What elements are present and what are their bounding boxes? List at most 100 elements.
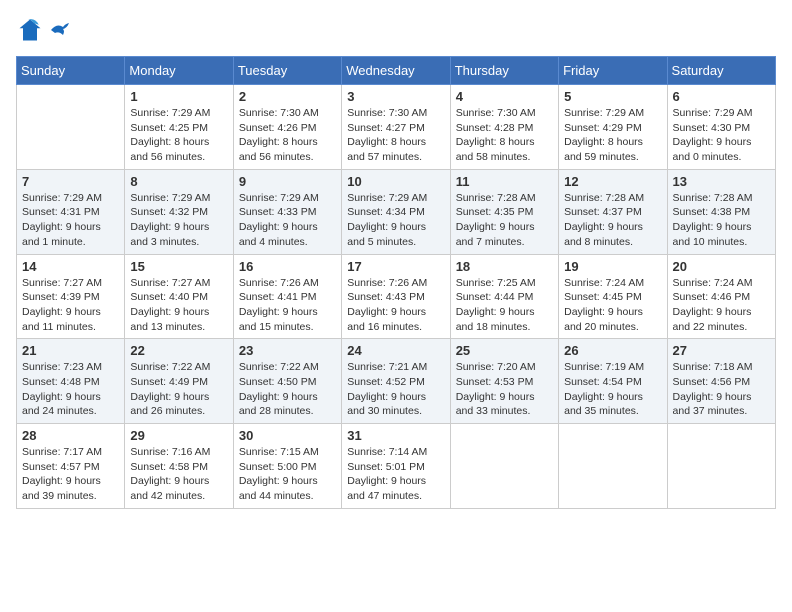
calendar-cell: 8 Sunrise: 7:29 AM Sunset: 4:32 PM Daylig… <box>125 169 233 254</box>
calendar-cell: 10Sunrise: 7:29 AM Sunset: 4:34 PM Dayli… <box>342 169 450 254</box>
day-info: Sunrise: 7:29 AM Sunset: 4:25 PM Dayligh… <box>130 106 227 165</box>
day-info: Sunrise: 7:29 AM Sunset: 4:33 PM Dayligh… <box>239 191 336 250</box>
calendar-cell: 18Sunrise: 7:25 AM Sunset: 4:44 PM Dayli… <box>450 254 558 339</box>
day-number: 6 <box>673 89 770 104</box>
day-number: 30 <box>239 428 336 443</box>
page-header <box>16 16 776 44</box>
day-info: Sunrise: 7:14 AM Sunset: 5:01 PM Dayligh… <box>347 445 444 504</box>
day-number: 11 <box>456 174 553 189</box>
day-number: 26 <box>564 343 661 358</box>
day-of-week-header: Sunday <box>17 57 125 85</box>
calendar-cell: 22 Sunrise: 7:22 AM Sunset: 4:49 PM Dayli… <box>125 339 233 424</box>
calendar-cell: 14Sunrise: 7:27 AM Sunset: 4:39 PM Dayli… <box>17 254 125 339</box>
calendar-cell: 15Sunrise: 7:27 AM Sunset: 4:40 PM Dayli… <box>125 254 233 339</box>
day-number: 25 <box>456 343 553 358</box>
calendar-cell: 12 Sunrise: 7:28 AM Sunset: 4:37 PM Dayli… <box>559 169 667 254</box>
calendar-week-row: 21Sunrise: 7:23 AM Sunset: 4:48 PM Dayli… <box>17 339 776 424</box>
calendar-cell: 9 Sunrise: 7:29 AM Sunset: 4:33 PM Daylig… <box>233 169 341 254</box>
calendar-table: SundayMondayTuesdayWednesdayThursdayFrid… <box>16 56 776 509</box>
day-number: 17 <box>347 259 444 274</box>
day-number: 18 <box>456 259 553 274</box>
calendar-cell: 2 Sunrise: 7:30 AM Sunset: 4:26 PM Daylig… <box>233 85 341 170</box>
calendar-cell: 13 Sunrise: 7:28 AM Sunset: 4:38 PM Dayli… <box>667 169 775 254</box>
day-info: Sunrise: 7:29 AM Sunset: 4:30 PM Dayligh… <box>673 106 770 165</box>
day-info: Sunrise: 7:19 AM Sunset: 4:54 PM Dayligh… <box>564 360 661 419</box>
day-info: Sunrise: 7:29 AM Sunset: 4:32 PM Dayligh… <box>130 191 227 250</box>
day-number: 16 <box>239 259 336 274</box>
calendar-cell <box>450 424 558 509</box>
calendar-cell: 7 Sunrise: 7:29 AM Sunset: 4:31 PM Daylig… <box>17 169 125 254</box>
day-info: Sunrise: 7:24 AM Sunset: 4:45 PM Dayligh… <box>564 276 661 335</box>
day-info: Sunrise: 7:15 AM Sunset: 5:00 PM Dayligh… <box>239 445 336 504</box>
day-of-week-header: Tuesday <box>233 57 341 85</box>
logo <box>16 16 72 44</box>
logo-text <box>48 21 72 40</box>
calendar-cell: 31 Sunrise: 7:14 AM Sunset: 5:01 PM Dayli… <box>342 424 450 509</box>
day-of-week-header: Wednesday <box>342 57 450 85</box>
day-info: Sunrise: 7:28 AM Sunset: 4:38 PM Dayligh… <box>673 191 770 250</box>
calendar-cell: 20 Sunrise: 7:24 AM Sunset: 4:46 PM Dayli… <box>667 254 775 339</box>
day-of-week-header: Monday <box>125 57 233 85</box>
day-number: 12 <box>564 174 661 189</box>
day-number: 5 <box>564 89 661 104</box>
calendar-cell <box>17 85 125 170</box>
calendar-cell: 19 Sunrise: 7:24 AM Sunset: 4:45 PM Dayli… <box>559 254 667 339</box>
calendar-cell: 26 Sunrise: 7:19 AM Sunset: 4:54 PM Dayli… <box>559 339 667 424</box>
day-of-week-header: Friday <box>559 57 667 85</box>
calendar-cell: 21Sunrise: 7:23 AM Sunset: 4:48 PM Dayli… <box>17 339 125 424</box>
day-info: Sunrise: 7:16 AM Sunset: 4:58 PM Dayligh… <box>130 445 227 504</box>
day-info: Sunrise: 7:22 AM Sunset: 4:50 PM Dayligh… <box>239 360 336 419</box>
day-info: Sunrise: 7:28 AM Sunset: 4:35 PM Dayligh… <box>456 191 553 250</box>
day-info: Sunrise: 7:21 AM Sunset: 4:52 PM Dayligh… <box>347 360 444 419</box>
day-info: Sunrise: 7:20 AM Sunset: 4:53 PM Dayligh… <box>456 360 553 419</box>
calendar-week-row: 28Sunrise: 7:17 AM Sunset: 4:57 PM Dayli… <box>17 424 776 509</box>
calendar-cell: 4 Sunrise: 7:30 AM Sunset: 4:28 PM Daylig… <box>450 85 558 170</box>
day-info: Sunrise: 7:30 AM Sunset: 4:27 PM Dayligh… <box>347 106 444 165</box>
day-number: 4 <box>456 89 553 104</box>
calendar-cell <box>667 424 775 509</box>
day-info: Sunrise: 7:18 AM Sunset: 4:56 PM Dayligh… <box>673 360 770 419</box>
calendar-week-row: 1Sunrise: 7:29 AM Sunset: 4:25 PM Daylig… <box>17 85 776 170</box>
day-info: Sunrise: 7:30 AM Sunset: 4:26 PM Dayligh… <box>239 106 336 165</box>
day-info: Sunrise: 7:30 AM Sunset: 4:28 PM Dayligh… <box>456 106 553 165</box>
day-number: 20 <box>673 259 770 274</box>
calendar-cell: 24 Sunrise: 7:21 AM Sunset: 4:52 PM Dayli… <box>342 339 450 424</box>
day-number: 15 <box>130 259 227 274</box>
calendar-cell: 11 Sunrise: 7:28 AM Sunset: 4:35 PM Dayli… <box>450 169 558 254</box>
calendar-cell: 27Sunrise: 7:18 AM Sunset: 4:56 PM Dayli… <box>667 339 775 424</box>
day-number: 22 <box>130 343 227 358</box>
calendar-cell: 30 Sunrise: 7:15 AM Sunset: 5:00 PM Dayli… <box>233 424 341 509</box>
day-info: Sunrise: 7:24 AM Sunset: 4:46 PM Dayligh… <box>673 276 770 335</box>
calendar-cell: 25 Sunrise: 7:20 AM Sunset: 4:53 PM Dayli… <box>450 339 558 424</box>
day-number: 9 <box>239 174 336 189</box>
day-info: Sunrise: 7:28 AM Sunset: 4:37 PM Dayligh… <box>564 191 661 250</box>
day-number: 24 <box>347 343 444 358</box>
days-header-row: SundayMondayTuesdayWednesdayThursdayFrid… <box>17 57 776 85</box>
day-number: 29 <box>130 428 227 443</box>
day-of-week-header: Saturday <box>667 57 775 85</box>
day-info: Sunrise: 7:27 AM Sunset: 4:39 PM Dayligh… <box>22 276 119 335</box>
calendar-cell: 3 Sunrise: 7:30 AM Sunset: 4:27 PM Daylig… <box>342 85 450 170</box>
calendar-cell: 17Sunrise: 7:26 AM Sunset: 4:43 PM Dayli… <box>342 254 450 339</box>
day-number: 2 <box>239 89 336 104</box>
day-info: Sunrise: 7:26 AM Sunset: 4:41 PM Dayligh… <box>239 276 336 335</box>
day-number: 19 <box>564 259 661 274</box>
logo-bird-icon <box>49 21 71 39</box>
day-info: Sunrise: 7:29 AM Sunset: 4:31 PM Dayligh… <box>22 191 119 250</box>
calendar-cell: 1Sunrise: 7:29 AM Sunset: 4:25 PM Daylig… <box>125 85 233 170</box>
day-number: 7 <box>22 174 119 189</box>
calendar-week-row: 14Sunrise: 7:27 AM Sunset: 4:39 PM Dayli… <box>17 254 776 339</box>
day-number: 31 <box>347 428 444 443</box>
calendar-cell: 29 Sunrise: 7:16 AM Sunset: 4:58 PM Dayli… <box>125 424 233 509</box>
logo-icon <box>16 16 44 44</box>
calendar-cell: 5 Sunrise: 7:29 AM Sunset: 4:29 PM Daylig… <box>559 85 667 170</box>
day-number: 3 <box>347 89 444 104</box>
day-info: Sunrise: 7:29 AM Sunset: 4:29 PM Dayligh… <box>564 106 661 165</box>
day-info: Sunrise: 7:29 AM Sunset: 4:34 PM Dayligh… <box>347 191 444 250</box>
day-info: Sunrise: 7:17 AM Sunset: 4:57 PM Dayligh… <box>22 445 119 504</box>
day-number: 8 <box>130 174 227 189</box>
day-number: 13 <box>673 174 770 189</box>
day-info: Sunrise: 7:23 AM Sunset: 4:48 PM Dayligh… <box>22 360 119 419</box>
day-of-week-header: Thursday <box>450 57 558 85</box>
day-info: Sunrise: 7:22 AM Sunset: 4:49 PM Dayligh… <box>130 360 227 419</box>
